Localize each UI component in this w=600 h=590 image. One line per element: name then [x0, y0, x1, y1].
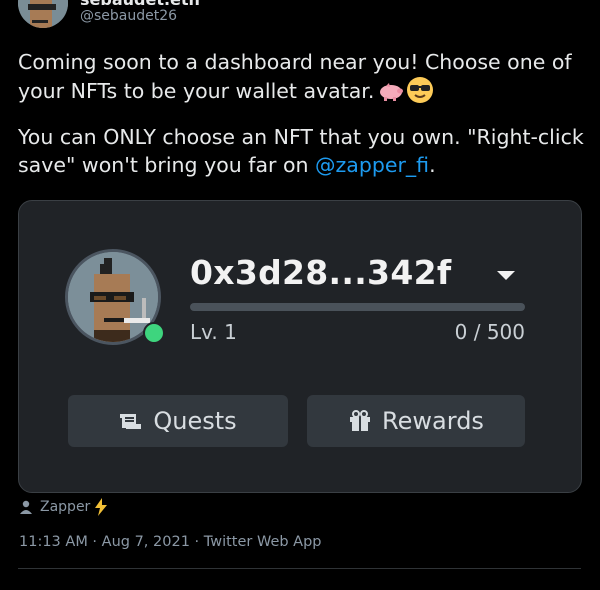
sunglasses-emoji-icon: [407, 77, 434, 103]
pig-emoji-icon: [380, 83, 404, 101]
via-app[interactable]: Zapper: [20, 498, 108, 516]
tweet-paragraph-2: You can ONLY choose an NFT that you own.…: [18, 123, 588, 179]
chevron-down-icon[interactable]: [497, 271, 515, 280]
quests-button-label: Quests: [153, 407, 237, 435]
rewards-button-label: Rewards: [382, 407, 484, 435]
wallet-address[interactable]: 0x3d28...342f: [190, 253, 452, 292]
tweet-line-2-end: .: [429, 153, 436, 177]
mention-link[interactable]: @zapper_fi: [315, 153, 429, 177]
tweet-line-2: You can ONLY choose an NFT that you own.…: [18, 125, 584, 177]
divider: [18, 568, 581, 569]
author-avatar[interactable]: [18, 0, 68, 28]
lightning-icon: [95, 498, 108, 516]
via-app-name: Zapper: [40, 499, 91, 515]
scroll-icon: [120, 414, 142, 429]
xp-progress-bar: [190, 303, 525, 311]
author-handle[interactable]: @sebaudet26: [80, 8, 177, 24]
online-status-indicator: [143, 322, 165, 344]
punk-avatar-icon: [18, 0, 68, 28]
tweet-body: Coming soon to a dashboard near you! Cho…: [18, 48, 588, 197]
tweet-timestamp[interactable]: 11:13 AM · Aug 7, 2021 · Twitter Web App: [19, 534, 322, 550]
level-label: Lv. 1: [190, 320, 237, 344]
person-icon: [20, 500, 32, 514]
quests-button[interactable]: Quests: [68, 395, 288, 447]
tweet-paragraph-1: Coming soon to a dashboard near you! Cho…: [18, 48, 588, 105]
rewards-button[interactable]: Rewards: [307, 395, 525, 447]
tweet-line-1: Coming soon to a dashboard near you! Cho…: [18, 50, 572, 103]
gift-icon: [350, 410, 371, 431]
xp-count: 0 / 500: [454, 320, 525, 344]
wallet-preview-card[interactable]: 0x3d28...342f Lv. 1 0 / 500 Quests Rewar…: [18, 200, 582, 493]
